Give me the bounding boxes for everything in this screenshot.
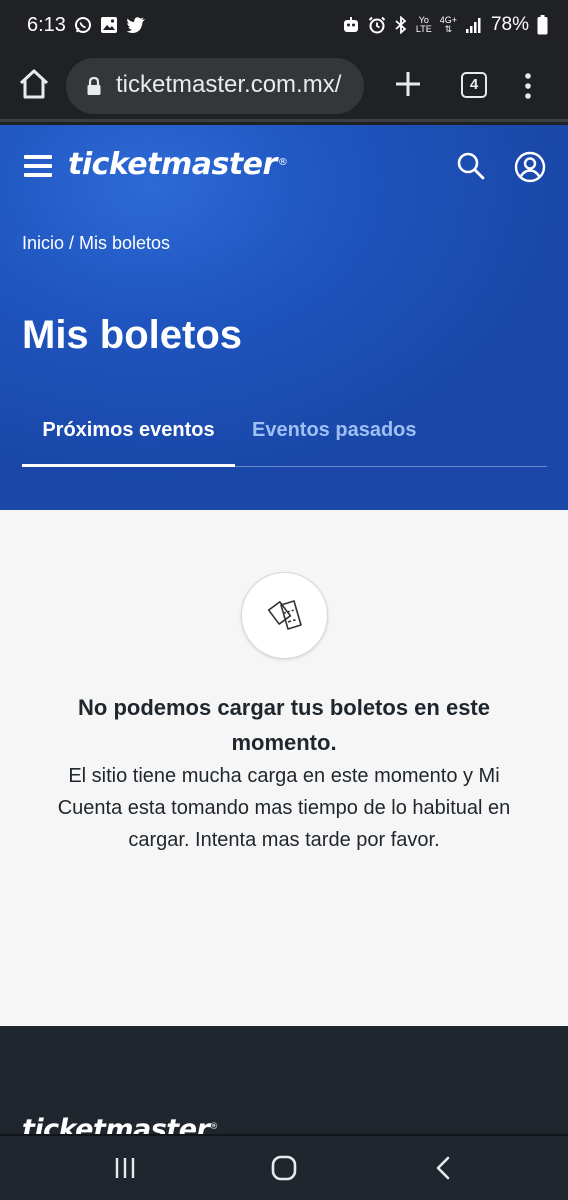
account-icon[interactable] xyxy=(514,151,546,183)
tickets-icon-container xyxy=(241,572,328,659)
twitter-icon xyxy=(126,17,145,34)
system-icons: Yo LTE 4G+ ⇅ 78% xyxy=(342,14,548,36)
browser-toolbar: ticketmaster.com.mx/ 4 xyxy=(0,52,568,122)
system-navigation-bar xyxy=(0,1134,568,1200)
alarm-icon xyxy=(368,16,386,34)
notification-icons xyxy=(74,16,146,34)
tab-upcoming-events[interactable]: Próximos eventos xyxy=(22,419,235,467)
back-icon[interactable] xyxy=(434,1155,452,1181)
tab-past-events[interactable]: Eventos pasados xyxy=(252,419,417,442)
status-time: 6:13 xyxy=(27,14,66,36)
tab-bar: Próximos eventos Eventos pasados xyxy=(22,405,547,467)
url-text[interactable]: ticketmaster.com.mx/ xyxy=(116,71,341,99)
battery-icon xyxy=(537,15,548,35)
tickets-content: No podemos cargar tus boletos en este mo… xyxy=(0,510,568,1026)
page-header: ticketmaster® Inicio / Mis boletos Mis b… xyxy=(0,125,568,510)
volte-indicator: Yo LTE xyxy=(415,15,432,34)
robot-icon xyxy=(343,17,358,32)
address-bar[interactable]: ticketmaster.com.mx/ xyxy=(66,58,364,114)
bluetooth-icon xyxy=(395,16,407,34)
network-type-indicator: 4G+ ⇅ xyxy=(439,15,457,34)
home-icon[interactable] xyxy=(16,66,52,102)
status-bar: 6:13 Yo LTE 4G+ ⇅ 78% xyxy=(0,0,568,52)
page-title: Mis boletos xyxy=(22,313,243,357)
footer-ticketmaster-logo[interactable]: ticketmaster® xyxy=(22,1114,218,1134)
breadcrumb[interactable]: Inicio / Mis boletos xyxy=(22,233,170,254)
error-message: El sitio tiene mucha carga en este momen… xyxy=(57,765,511,851)
page-footer: ticketmaster® xyxy=(0,1026,568,1134)
home-button-icon[interactable] xyxy=(271,1155,297,1181)
new-tab-icon[interactable] xyxy=(392,68,424,100)
battery-percent: 78% xyxy=(490,14,529,35)
gallery-icon xyxy=(101,17,117,33)
tickets-icon xyxy=(267,600,302,630)
lock-icon xyxy=(87,76,101,95)
ticketmaster-logo[interactable]: ticketmaster® xyxy=(68,147,288,182)
whatsapp-icon xyxy=(75,17,91,33)
recent-apps-icon[interactable] xyxy=(114,1156,136,1180)
search-icon[interactable] xyxy=(456,151,486,181)
tab-switcher-button[interactable]: 4 xyxy=(461,72,487,98)
error-title: No podemos cargar tus boletos en este mo… xyxy=(78,695,490,755)
menu-icon[interactable] xyxy=(24,155,52,177)
signal-icon xyxy=(465,18,481,33)
more-menu-icon[interactable] xyxy=(518,70,538,102)
